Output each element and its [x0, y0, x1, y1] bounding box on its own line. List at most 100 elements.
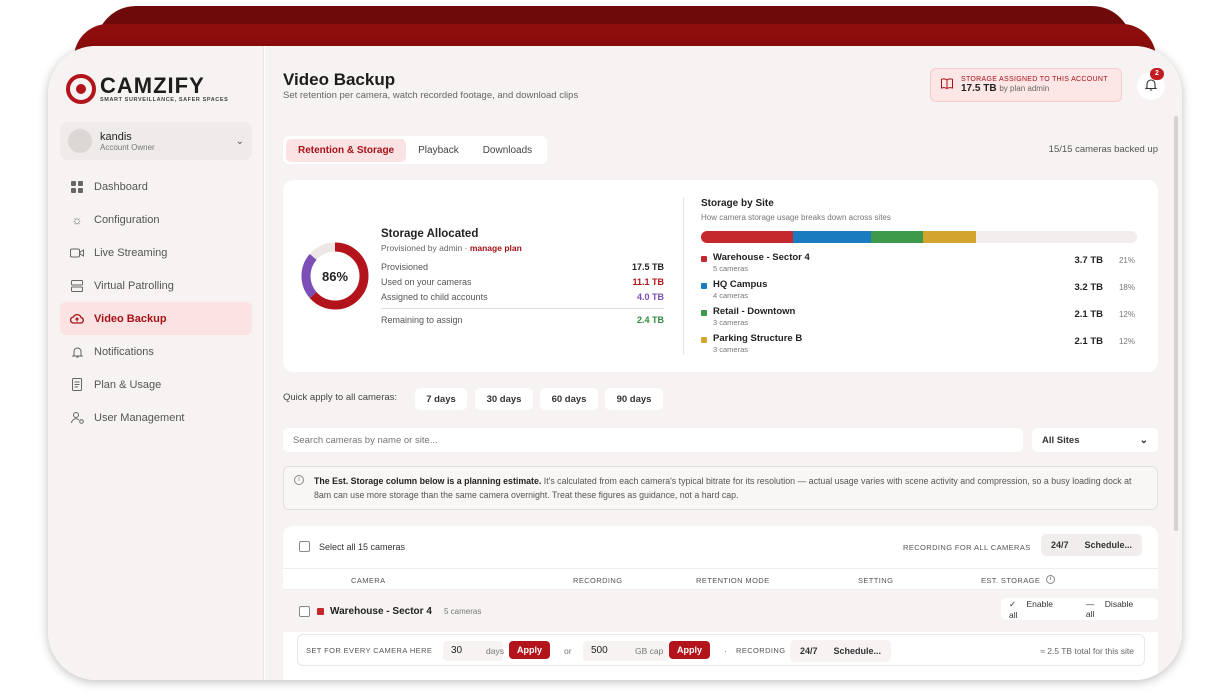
- storage-assigned-value: 17.5 TB: [961, 83, 997, 94]
- site-color-swatch: [701, 337, 707, 343]
- info-icon[interactable]: i: [1046, 575, 1055, 584]
- storage-percent-label: 86%: [321, 268, 349, 284]
- tab-retention-storage[interactable]: Retention & Storage: [286, 138, 407, 162]
- sidebar-item-label: User Management: [94, 411, 185, 424]
- bulk-setting-label: SET FOR EVERY CAMERA HERE: [306, 646, 433, 655]
- site-bar-segment: [923, 231, 976, 243]
- sidebar-item-user-management[interactable]: User Management: [60, 401, 252, 434]
- column-recording: RECORDING: [573, 576, 623, 585]
- site-total-estimate: ≈ 2.5 TB total for this site: [1040, 646, 1134, 656]
- group-recording-label: RECORDING: [736, 646, 786, 655]
- cloud-upload-icon: [70, 312, 84, 326]
- storage-assigned-label: STORAGE ASSIGNED TO THIS ACCOUNT: [961, 76, 1108, 83]
- site-filter-select[interactable]: All Sites ⌄: [1032, 428, 1158, 452]
- site-storage-value: 3.7 TB: [1074, 255, 1103, 266]
- site-color-swatch: [701, 256, 707, 262]
- quick-apply-30-days-button[interactable]: 30 days: [475, 388, 533, 410]
- column-camera: CAMERA: [351, 576, 386, 585]
- apply-gb-cap-button[interactable]: Apply: [669, 641, 711, 659]
- select-all-label: Select all 15 cameras: [319, 542, 406, 552]
- sidebar-item-video-backup[interactable]: Video Backup: [60, 302, 252, 335]
- site-color-swatch: [317, 608, 324, 615]
- sidebar-item-plan-usage[interactable]: Plan & Usage: [60, 368, 252, 401]
- camera-retention-table: Select all 15 cameras RECORDING FOR ALL …: [283, 526, 1158, 680]
- site-bar-segment: [871, 231, 924, 243]
- gb-cap-unit-label: GB cap: [635, 646, 664, 656]
- sidebar-item-live-streaming[interactable]: Live Streaming: [60, 236, 252, 269]
- group-checkbox[interactable]: [299, 606, 310, 617]
- or-label: or: [564, 646, 572, 656]
- sidebar-item-configuration[interactable]: ☼ Configuration: [60, 203, 252, 236]
- camera-search-input[interactable]: [283, 428, 1023, 452]
- tab-bar: Retention & Storage Playback Downloads: [283, 136, 548, 164]
- alloc-row-used: Used on your cameras 11.1 TB: [381, 277, 664, 287]
- page-subtitle: Set retention per camera, watch recorded…: [283, 90, 579, 101]
- alloc-row-label: Assigned to child accounts: [381, 292, 488, 302]
- alloc-row-label: Provisioned: [381, 262, 429, 272]
- quick-apply-7-days-button[interactable]: 7 days: [415, 388, 467, 410]
- site-name: HQ Campus: [713, 279, 768, 290]
- apply-days-button[interactable]: Apply: [509, 641, 551, 659]
- camera-logo-icon: [66, 74, 96, 104]
- days-unit-label: days: [486, 646, 504, 656]
- site-storage-percent: 12%: [1118, 310, 1135, 319]
- recording-schedule-option[interactable]: Schedule...: [826, 646, 890, 656]
- site-storage-value: 3.2 TB: [1074, 282, 1103, 293]
- site-camera-count: 5 cameras: [713, 264, 749, 273]
- site-bar-segment: [792, 231, 872, 243]
- separator-dot: ·: [724, 646, 727, 656]
- brand-tagline: SMART SURVEILLANCE, SAFER SPACES: [100, 97, 229, 103]
- site-name: Warehouse - Sector 4: [713, 252, 810, 263]
- group-camera-count: 5 cameras: [444, 607, 482, 616]
- site-camera-count: 4 cameras: [713, 291, 749, 300]
- sidebar-item-virtual-patrolling[interactable]: Virtual Patrolling: [60, 269, 252, 302]
- scrollbar[interactable]: [1174, 116, 1178, 531]
- site-group-row: Warehouse - Sector 4 5 cameras ✓ Enable …: [283, 590, 1158, 632]
- sidebar-item-dashboard[interactable]: Dashboard: [60, 170, 252, 203]
- notice-title: The Est. Storage column below is a plann…: [314, 476, 542, 486]
- info-icon: i: [294, 475, 304, 485]
- site-name: Retail - Downtown: [713, 306, 796, 317]
- divider: [381, 308, 664, 309]
- manage-plan-link[interactable]: manage plan: [470, 243, 522, 253]
- sidebar-item-label: Live Streaming: [94, 246, 168, 259]
- column-retention-mode: RETENTION MODE: [696, 576, 770, 585]
- site-storage-percent: 18%: [1118, 283, 1135, 292]
- select-all-checkbox[interactable]: [299, 541, 310, 552]
- sidebar: CAMZIFY SMART SURVEILLANCE, SAFER SPACES…: [48, 46, 264, 680]
- site-storage-value: 2.1 TB: [1074, 309, 1103, 320]
- brand-name: CAMZIFY: [100, 73, 205, 98]
- recording-schedule-option[interactable]: Schedule...: [1077, 540, 1141, 550]
- document-icon: [70, 378, 84, 392]
- sidebar-item-label: Plan & Usage: [94, 378, 162, 391]
- sidebar-item-label: Dashboard: [94, 180, 148, 193]
- user-name: kandis: [100, 130, 132, 143]
- group-recording-segmented: 24/7 Schedule...: [790, 640, 892, 662]
- column-est-storage: EST. STORAGE: [981, 576, 1041, 585]
- storage-allocated-title: Storage Allocated: [381, 228, 479, 240]
- recording-24-7-option[interactable]: 24/7: [792, 646, 826, 656]
- sidebar-nav: Dashboard ☼ Configuration Live Streaming…: [60, 170, 252, 434]
- grid-icon: [70, 180, 84, 194]
- enable-all-label: Enable all: [1009, 598, 1053, 620]
- disable-all-button[interactable]: — Disable all: [1078, 599, 1158, 619]
- site-storage-value: 2.1 TB: [1074, 336, 1103, 347]
- sidebar-item-notifications[interactable]: Notifications: [60, 335, 252, 368]
- sidebar-item-label: Video Backup: [94, 312, 167, 325]
- disable-all-label: Disable all: [1085, 599, 1134, 619]
- server-icon: [70, 279, 84, 293]
- tab-playback[interactable]: Playback: [406, 139, 471, 162]
- alloc-row-label: Remaining to assign: [381, 315, 463, 325]
- quick-apply-60-days-button[interactable]: 60 days: [540, 388, 598, 410]
- storage-allocated-subtitle: Provisioned by admin · manage plan: [381, 243, 522, 253]
- user-role: Account Owner: [100, 142, 155, 152]
- alloc-row-value: 2.4 TB: [636, 315, 664, 325]
- storage-by-site-title: Storage by Site: [701, 198, 774, 209]
- storage-allocation-card: 86% Storage Allocated Provisioned by adm…: [283, 180, 1158, 372]
- account-switcher[interactable]: kandis Account Owner ⌄: [60, 122, 252, 160]
- tab-downloads[interactable]: Downloads: [471, 139, 544, 162]
- storage-assigned-by: by plan admin: [999, 84, 1050, 93]
- recording-24-7-option[interactable]: 24/7: [1043, 540, 1077, 550]
- quick-apply-90-days-button[interactable]: 90 days: [605, 388, 663, 410]
- enable-all-button[interactable]: ✓ Enable all: [1001, 599, 1078, 620]
